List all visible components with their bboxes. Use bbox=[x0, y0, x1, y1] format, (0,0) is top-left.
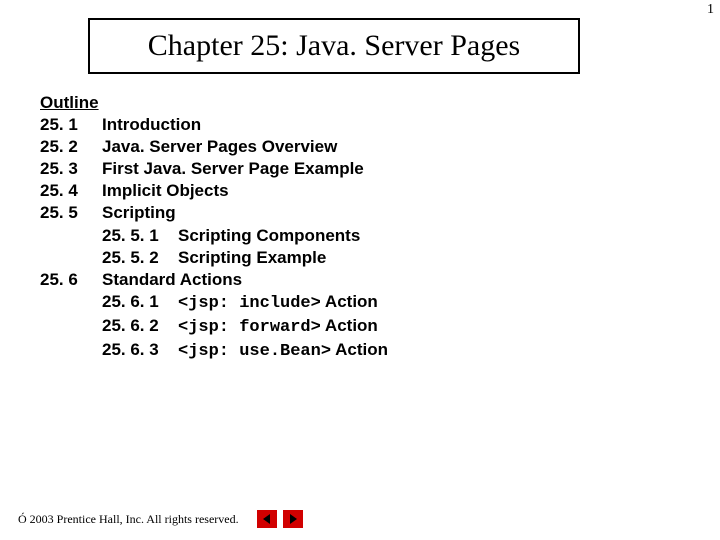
outline-subtitle: <jsp: use.Bean> Action bbox=[178, 339, 388, 363]
chapter-title: Chapter 25: Java. Server Pages bbox=[148, 29, 520, 63]
footer: Ó 2003 Prentice Hall, Inc. All rights re… bbox=[18, 510, 303, 528]
outline-title: First Java. Server Page Example bbox=[102, 158, 364, 180]
outline-subnum: 25. 6. 2 bbox=[102, 315, 178, 339]
arrow-right-icon bbox=[287, 513, 299, 525]
outline-title: Implicit Objects bbox=[102, 180, 229, 202]
outline-row: 25. 5 Scripting bbox=[40, 202, 388, 224]
action-tail: Action bbox=[321, 292, 378, 311]
outline-num: 25. 1 bbox=[40, 114, 102, 136]
page-number: 1 bbox=[707, 2, 714, 18]
outline-row: 25. 1 Introduction bbox=[40, 114, 388, 136]
outline-subtitle: Scripting Components bbox=[178, 225, 360, 247]
outline-subnum: 25. 5. 1 bbox=[102, 225, 178, 247]
outline-subrow: 25. 5. 2 Scripting Example bbox=[40, 247, 388, 269]
outline-row: 25. 4 Implicit Objects bbox=[40, 180, 388, 202]
outline-row: 25. 2 Java. Server Pages Overview bbox=[40, 136, 388, 158]
outline-num: 25. 5 bbox=[40, 202, 102, 224]
copyright-symbol: Ó bbox=[18, 512, 27, 526]
outline-num: 25. 2 bbox=[40, 136, 102, 158]
outline-subtitle: <jsp: forward> Action bbox=[178, 315, 378, 339]
outline-header: Outline bbox=[40, 92, 388, 114]
outline-num: 25. 4 bbox=[40, 180, 102, 202]
prev-button[interactable] bbox=[257, 510, 277, 528]
copyright-line: 2003 Prentice Hall, Inc. All rights rese… bbox=[27, 512, 239, 526]
code-tag: <jsp: use. bbox=[178, 342, 280, 361]
outline-num: 25. 3 bbox=[40, 158, 102, 180]
outline-title: Standard Actions bbox=[102, 269, 242, 291]
action-tail: Action bbox=[331, 340, 388, 359]
arrow-left-icon bbox=[261, 513, 273, 525]
code-tag: <jsp: include> bbox=[178, 294, 321, 313]
outline-subrow: 25. 6. 2 <jsp: forward> Action bbox=[40, 315, 388, 339]
outline-title: Java. Server Pages Overview bbox=[102, 136, 337, 158]
outline-subrow: 25. 6. 3 <jsp: use.Bean> Action bbox=[40, 339, 388, 363]
outline-title: Introduction bbox=[102, 114, 201, 136]
next-button[interactable] bbox=[283, 510, 303, 528]
outline-row: 25. 3 First Java. Server Page Example bbox=[40, 158, 388, 180]
outline-title: Scripting bbox=[102, 202, 176, 224]
action-tail: Action bbox=[321, 316, 378, 335]
outline-row: 25. 6 Standard Actions bbox=[40, 269, 388, 291]
outline-subnum: 25. 6. 3 bbox=[102, 339, 178, 363]
outline-subrow: 25. 6. 1 <jsp: include> Action bbox=[40, 291, 388, 315]
outline-subtitle: Scripting Example bbox=[178, 247, 326, 269]
outline-block: Outline 25. 1 Introduction 25. 2 Java. S… bbox=[40, 92, 388, 363]
outline-subrow: 25. 5. 1 Scripting Components bbox=[40, 225, 388, 247]
copyright-text: Ó 2003 Prentice Hall, Inc. All rights re… bbox=[18, 512, 239, 527]
chapter-title-box: Chapter 25: Java. Server Pages bbox=[88, 18, 580, 74]
outline-subtitle: <jsp: include> Action bbox=[178, 291, 378, 315]
outline-subnum: 25. 6. 1 bbox=[102, 291, 178, 315]
code-tag: <jsp: forward> bbox=[178, 318, 321, 337]
outline-num: 25. 6 bbox=[40, 269, 102, 291]
outline-subnum: 25. 5. 2 bbox=[102, 247, 178, 269]
nav-arrows bbox=[257, 510, 303, 528]
code-tag: Bean> bbox=[280, 342, 331, 361]
